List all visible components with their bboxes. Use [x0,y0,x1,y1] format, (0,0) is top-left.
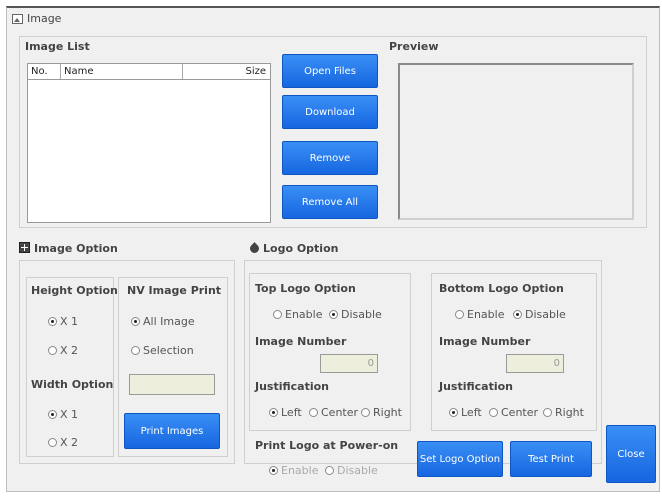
top-disable-radio[interactable]: Disable [329,308,382,321]
radio-unselected-icon [489,408,498,417]
top-justify-left-radio[interactable]: Left [269,406,302,419]
radio-selected-icon [449,408,458,417]
set-logo-option-button[interactable]: Set Logo Option [417,441,503,477]
top-logo-option-label: Top Logo Option [255,282,356,295]
bottom-enable-radio[interactable]: Enable [455,308,504,321]
column-no[interactable]: No. [28,64,61,79]
height-option-label: Height Option [31,284,118,297]
top-enable-radio[interactable]: Enable [273,308,322,321]
all-image-radio[interactable]: All Image [131,315,195,328]
radio-selected-icon [48,317,57,326]
image-list-header: No. Name Size [28,64,270,80]
radio-unselected-icon [325,466,334,475]
radio-selected-icon [269,408,278,417]
image-list-box[interactable]: No. Name Size [27,63,271,223]
radio-selected-icon [269,466,278,475]
image-icon [12,13,23,24]
width-option-label: Width Option [31,378,114,391]
height-x1-radio[interactable]: X 1 [48,315,78,328]
bottom-logo-option-label: Bottom Logo Option [439,282,564,295]
remove-button[interactable]: Remove [282,141,378,175]
radio-unselected-icon [309,408,318,417]
open-files-button[interactable]: Open Files [282,54,378,88]
top-image-number-input[interactable]: 0 [320,354,378,373]
preview-area [398,63,634,220]
tag-icon [248,242,261,255]
window-title: Image [12,12,61,25]
nv-image-print-label: NV Image Print [127,284,222,297]
bottom-justify-left-radio[interactable]: Left [449,406,482,419]
radio-unselected-icon [48,346,57,355]
image-window: Image Image List No. Name Size Open File… [6,6,660,492]
radio-unselected-icon [455,310,464,319]
image-list-label: Image List [25,40,90,53]
radio-unselected-icon [543,408,552,417]
test-print-button[interactable]: Test Print [510,441,592,477]
close-button[interactable]: Close [606,425,656,483]
column-name[interactable]: Name [61,64,183,79]
bottom-justify-right-radio[interactable]: Right [543,406,584,419]
radio-unselected-icon [273,310,282,319]
bottom-disable-radio[interactable]: Disable [513,308,566,321]
bottom-image-number-label: Image Number [439,335,531,348]
radio-selected-icon [131,317,140,326]
power-on-disable-radio[interactable]: Disable [325,464,378,477]
bottom-justification-label: Justification [439,380,514,393]
radio-unselected-icon [361,408,370,417]
height-width-group [26,277,114,457]
radio-selected-icon [329,310,338,319]
column-size[interactable]: Size [183,64,270,79]
bottom-justify-center-radio[interactable]: Center [489,406,538,419]
width-x2-radio[interactable]: X 2 [48,436,78,449]
image-option-heading: Image Option [19,242,118,255]
radio-selected-icon [48,410,57,419]
width-x1-radio[interactable]: X 1 [48,408,78,421]
settings-grid-icon [19,242,30,253]
logo-option-heading: Logo Option [248,242,338,255]
bottom-image-number-input[interactable]: 0 [506,354,564,373]
remove-all-button[interactable]: Remove All [282,185,378,219]
preview-label: Preview [389,40,439,53]
radio-unselected-icon [48,438,57,447]
selection-input[interactable] [129,374,215,395]
power-on-enable-radio[interactable]: Enable [269,464,318,477]
top-image-number-label: Image Number [255,335,347,348]
download-button[interactable]: Download [282,95,378,129]
top-justify-center-radio[interactable]: Center [309,406,358,419]
top-justification-label: Justification [255,380,330,393]
power-on-label: Print Logo at Power-on [255,439,399,452]
selection-radio[interactable]: Selection [131,344,194,357]
radio-selected-icon [513,310,522,319]
radio-unselected-icon [131,346,140,355]
print-images-button[interactable]: Print Images [124,413,220,449]
height-x2-radio[interactable]: X 2 [48,344,78,357]
top-justify-right-radio[interactable]: Right [361,406,402,419]
